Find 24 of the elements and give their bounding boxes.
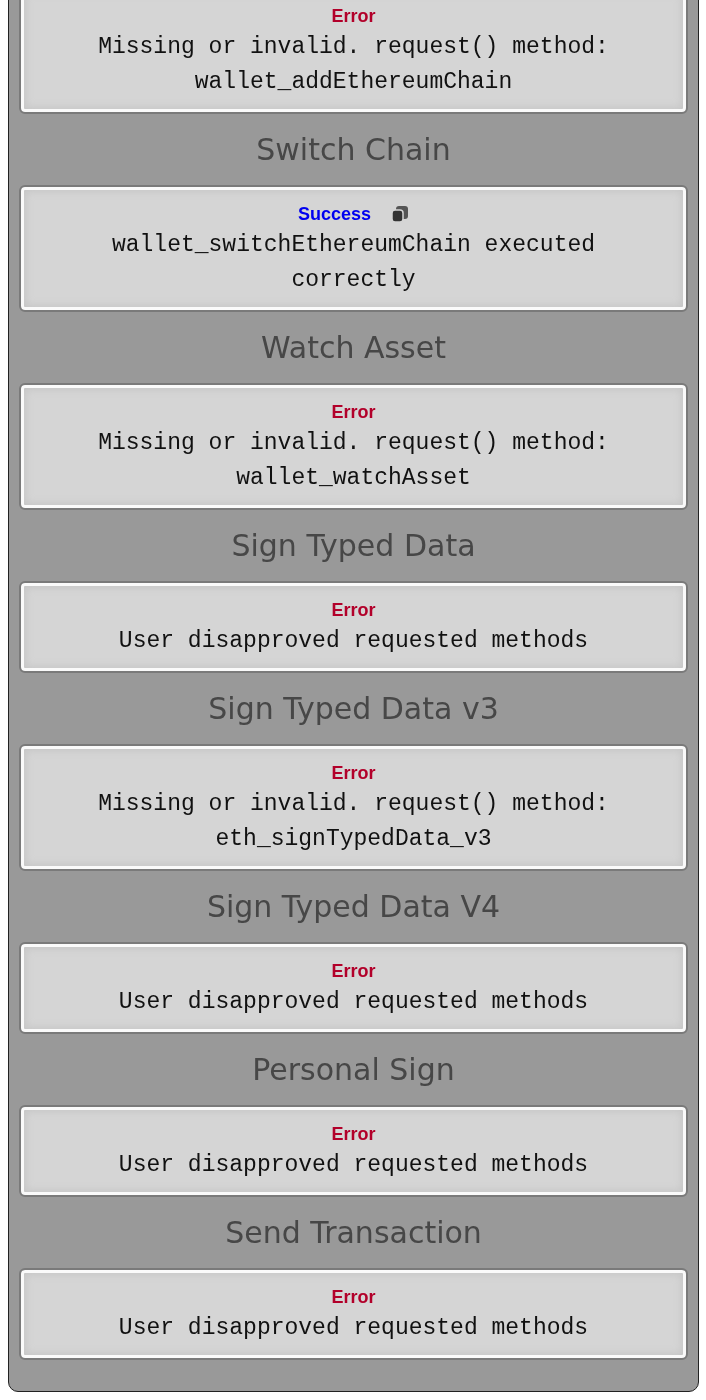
copy-icon[interactable] — [391, 205, 410, 223]
status-label: Error — [331, 1286, 376, 1308]
status-label: Error — [331, 960, 376, 982]
status-label: Error — [331, 5, 376, 27]
status-label: Success — [297, 203, 372, 225]
section-title: Personal Sign — [251, 1051, 456, 1089]
result-message: wallet_switchEthereumChain executed correctly — [110, 231, 597, 295]
result-message: User disapproved requested methods — [118, 627, 589, 656]
result-message: Missing or invalid. request() method: eth_signTypedData_v3 — [97, 790, 610, 854]
status-label: Error — [331, 762, 376, 784]
result-message: User disapproved requested methods — [118, 1314, 589, 1343]
status-label: Error — [331, 401, 376, 423]
section-title: Watch Asset — [260, 329, 447, 367]
result-message: Missing or invalid. request() method: wallet_addEthereumChain — [97, 33, 610, 97]
section-title: Switch Chain — [255, 131, 452, 169]
result-message: User disapproved requested methods — [118, 1151, 589, 1180]
section-title: Sign Typed Data v3 — [207, 690, 500, 728]
status-label: Error — [331, 1123, 376, 1145]
result-message: User disapproved requested methods — [118, 988, 589, 1017]
section-title: Sign Typed Data — [230, 527, 477, 565]
result-message: Missing or invalid. request() method: wallet_watchAsset — [97, 429, 610, 493]
section-title: Send Transaction — [224, 1214, 483, 1252]
status-label: Error — [331, 599, 376, 621]
section-title: Sign Typed Data V4 — [205, 888, 502, 926]
